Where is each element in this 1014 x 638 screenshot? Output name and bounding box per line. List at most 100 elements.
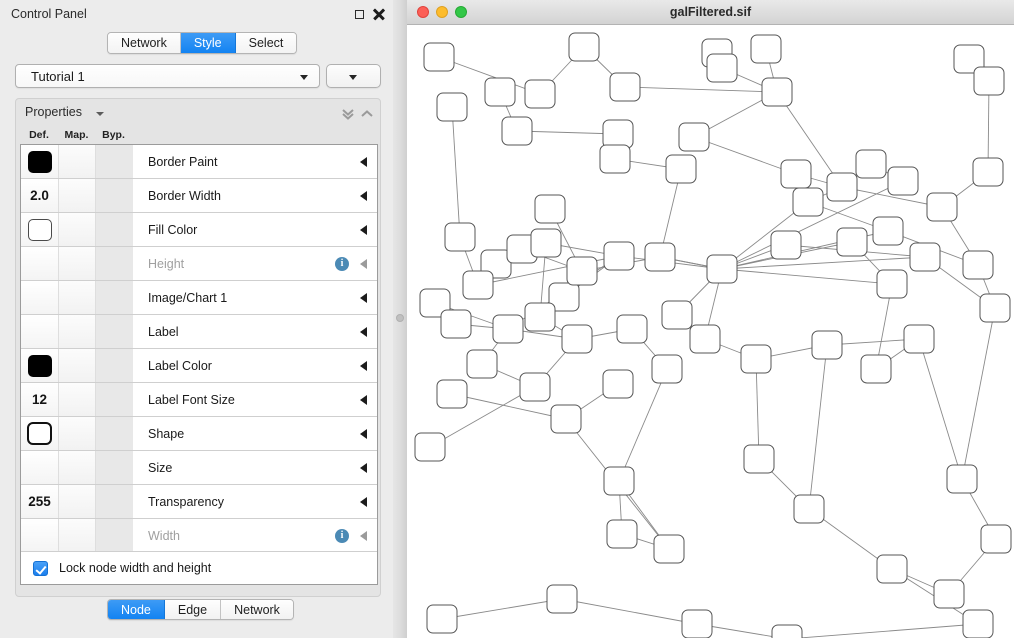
expand-arrow-icon[interactable] <box>360 191 367 201</box>
graph-node[interactable] <box>887 166 919 196</box>
property-row[interactable]: Border Paint <box>21 145 377 179</box>
expand-arrow-icon[interactable] <box>360 395 367 405</box>
tab-node[interactable]: Node <box>108 600 165 619</box>
property-bypass-cell[interactable] <box>96 383 133 416</box>
property-row[interactable]: 255 Transparency <box>21 485 377 519</box>
property-default-cell[interactable] <box>21 315 59 348</box>
graph-node[interactable] <box>462 270 494 300</box>
property-bypass-cell[interactable] <box>96 519 133 552</box>
property-mapping-cell[interactable] <box>59 485 96 518</box>
property-default-cell[interactable]: 12 <box>21 383 59 416</box>
tab-network[interactable]: Network <box>108 33 181 53</box>
property-default-cell[interactable] <box>21 417 59 450</box>
expand-arrow-icon[interactable] <box>360 327 367 337</box>
property-bypass-cell[interactable] <box>96 247 133 280</box>
graph-node[interactable] <box>793 494 825 524</box>
graph-node[interactable] <box>681 609 713 638</box>
graph-node[interactable] <box>530 228 562 258</box>
graph-edge[interactable] <box>755 358 760 460</box>
property-row[interactable]: Label <box>21 315 377 349</box>
expand-arrow-icon[interactable] <box>360 157 367 167</box>
graph-node[interactable] <box>561 324 593 354</box>
graph-edge[interactable] <box>787 623 979 638</box>
tab-select[interactable]: Select <box>235 33 297 53</box>
property-default-cell[interactable] <box>21 213 59 246</box>
graph-node[interactable] <box>603 241 635 271</box>
graph-node[interactable] <box>414 432 446 462</box>
property-bypass-cell[interactable] <box>96 179 133 212</box>
property-mapping-cell[interactable] <box>59 213 96 246</box>
graph-node[interactable] <box>444 222 476 252</box>
graph-edge[interactable] <box>451 106 461 238</box>
graph-node[interactable] <box>534 194 566 224</box>
graph-node[interactable] <box>811 330 843 360</box>
network-canvas-container[interactable] <box>407 25 1014 638</box>
graph-edge[interactable] <box>961 307 996 480</box>
graph-node[interactable] <box>909 242 941 272</box>
graph-node[interactable] <box>689 324 721 354</box>
graph-node[interactable] <box>436 92 468 122</box>
expand-arrow-icon[interactable] <box>360 463 367 473</box>
tab-style[interactable]: Style <box>180 33 236 53</box>
graph-node[interactable] <box>876 269 908 299</box>
graph-node[interactable] <box>743 444 775 474</box>
graph-edge[interactable] <box>808 344 828 510</box>
graph-node[interactable] <box>436 379 468 409</box>
graph-node[interactable] <box>792 187 824 217</box>
property-default-cell[interactable]: 255 <box>21 485 59 518</box>
graph-edge[interactable] <box>561 598 698 625</box>
property-bypass-cell[interactable] <box>96 417 133 450</box>
splitter-handle-icon[interactable] <box>396 314 404 322</box>
network-graph-canvas[interactable] <box>407 25 1014 638</box>
property-default-cell[interactable] <box>21 451 59 484</box>
property-mapping-cell[interactable] <box>59 349 96 382</box>
graph-node[interactable] <box>602 369 634 399</box>
property-row[interactable]: Shape <box>21 417 377 451</box>
graph-node[interactable] <box>644 242 676 272</box>
graph-node[interactable] <box>761 77 793 107</box>
graph-node[interactable] <box>492 314 524 344</box>
graph-node[interactable] <box>876 554 908 584</box>
property-row[interactable]: Image/Chart 1 <box>21 281 377 315</box>
lock-node-size-checkbox[interactable] <box>33 560 48 576</box>
graph-node[interactable] <box>616 314 648 344</box>
graph-node[interactable] <box>872 216 904 246</box>
info-icon[interactable]: i <box>335 529 349 543</box>
graph-node[interactable] <box>706 254 738 284</box>
property-bypass-cell[interactable] <box>96 145 133 178</box>
property-row[interactable]: Fill Color <box>21 213 377 247</box>
property-default-cell[interactable] <box>21 349 59 382</box>
maximize-square-icon[interactable] <box>355 9 364 19</box>
graph-node[interactable] <box>926 192 958 222</box>
property-row[interactable]: Label Color <box>21 349 377 383</box>
graph-node[interactable] <box>980 524 1012 554</box>
graph-node[interactable] <box>661 300 693 330</box>
graph-node[interactable] <box>653 534 685 564</box>
graph-node[interactable] <box>651 354 683 384</box>
graph-node[interactable] <box>973 66 1005 96</box>
property-mapping-cell[interactable] <box>59 145 96 178</box>
graph-node[interactable] <box>550 404 582 434</box>
expand-arrow-icon[interactable] <box>360 429 367 439</box>
graph-node[interactable] <box>599 144 631 174</box>
property-mapping-cell[interactable] <box>59 519 96 552</box>
double-chevron-down-icon[interactable] <box>341 106 355 122</box>
property-row[interactable]: Size <box>21 451 377 485</box>
style-combobox[interactable]: Tutorial 1 <box>15 64 320 88</box>
graph-node[interactable] <box>423 42 455 72</box>
property-bypass-cell[interactable] <box>96 485 133 518</box>
graph-node[interactable] <box>484 77 516 107</box>
close-x-icon[interactable] <box>373 8 385 20</box>
graph-node[interactable] <box>603 466 635 496</box>
panel-splitter[interactable] <box>393 0 407 638</box>
tab-network-style[interactable]: Network <box>221 600 293 619</box>
graph-node[interactable] <box>946 464 978 494</box>
expand-arrow-icon[interactable] <box>360 225 367 235</box>
graph-node[interactable] <box>770 230 802 260</box>
property-default-cell[interactable]: 2.0 <box>21 179 59 212</box>
chevron-up-icon[interactable] <box>360 106 374 122</box>
property-row[interactable]: Height i <box>21 247 377 281</box>
expand-arrow-icon[interactable] <box>360 531 367 541</box>
chevron-down-icon[interactable] <box>96 112 104 116</box>
graph-edge[interactable] <box>441 598 563 620</box>
